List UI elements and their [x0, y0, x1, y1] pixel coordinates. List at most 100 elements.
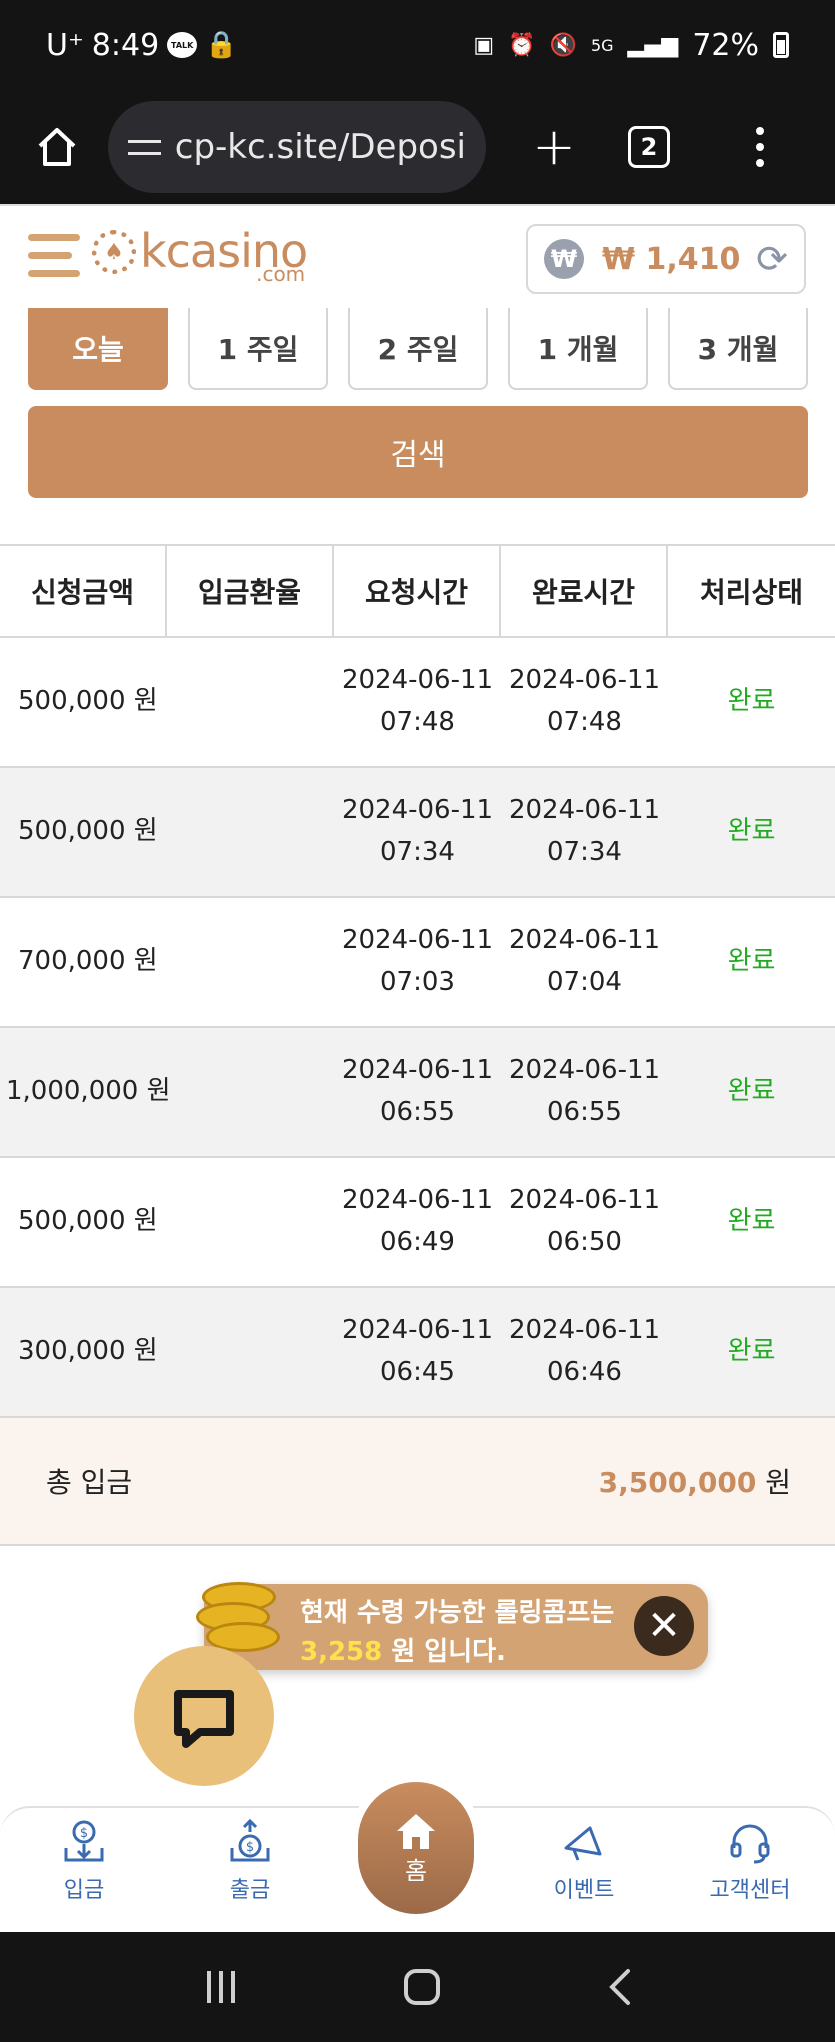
row-amount: 500,000 원	[18, 686, 158, 717]
megaphone-icon	[564, 1826, 602, 1861]
notice-suffix: 원 입니다.	[391, 1637, 506, 1667]
row-rate	[167, 1028, 334, 1156]
chat-button[interactable]	[134, 1646, 274, 1786]
home-icon	[38, 128, 76, 166]
total-amount: 3,500,000	[598, 1466, 757, 1499]
row-rate	[167, 898, 334, 1026]
period-2week-button[interactable]: 2 주일	[348, 308, 488, 390]
chip-logo-icon: ♠	[92, 230, 136, 274]
lock-icon: 🔒	[205, 30, 238, 60]
site-logo[interactable]: ♠ kcasino .com	[92, 228, 308, 286]
row-status: 완료	[727, 1206, 776, 1237]
address-bar[interactable]: cp-kc.site/Deposi	[108, 101, 486, 193]
network-5g-label: 5G	[590, 35, 614, 55]
status-right: ▣ ⏰ 🔇 5G ▂▄▆ 72%	[473, 28, 789, 63]
row-request-date: 2024-06-11	[341, 795, 494, 826]
row-request-date: 2024-06-11	[341, 1055, 494, 1086]
site-header: ♠ kcasino .com ₩ ₩ 1,410 ⟳	[0, 204, 835, 304]
nav-deposit-label: 입금	[63, 1878, 105, 1903]
logo-suffix: .com	[256, 262, 306, 286]
row-request-time: 06:45	[380, 1357, 455, 1387]
row-request-date: 2024-06-11	[341, 925, 494, 956]
row-complete-time: 07:34	[547, 837, 622, 867]
site-settings-icon[interactable]	[128, 134, 161, 160]
url-text: cp-kc.site/Deposi	[174, 127, 466, 167]
won-icon: ₩	[544, 239, 584, 279]
browser-menu-button[interactable]	[756, 127, 764, 167]
row-request-time: 06:55	[380, 1097, 455, 1127]
row-complete-date: 2024-06-11	[508, 795, 661, 826]
header-complete-time: 완료시간	[501, 546, 668, 636]
svg-text:$: $	[246, 1840, 254, 1855]
balance-box: ₩ ₩ 1,410 ⟳	[526, 224, 806, 294]
total-deposit-row: 총 입금 3,500,000 원	[0, 1416, 835, 1546]
android-home-icon[interactable]	[402, 1967, 442, 2007]
clock: 8:49	[91, 27, 160, 63]
nav-withdraw[interactable]: $ 출금	[190, 1818, 310, 1904]
tab-switcher-button[interactable]: 2	[628, 126, 670, 168]
recent-apps-icon[interactable]	[201, 1969, 241, 2005]
row-complete-time: 07:04	[547, 967, 622, 997]
notice-close-button[interactable]: ✕	[634, 1596, 694, 1656]
period-today-button[interactable]: 오늘	[28, 308, 168, 390]
row-amount: 500,000 원	[18, 816, 158, 847]
nav-home-label: 홈	[404, 1856, 428, 1885]
row-status: 완료	[727, 816, 776, 847]
svg-text:$: $	[80, 1826, 88, 1841]
menu-icon[interactable]	[28, 234, 80, 288]
balance-amount: ₩ 1,410	[602, 241, 741, 277]
nav-support[interactable]: 고객센터	[690, 1818, 810, 1904]
row-request-time: 06:49	[380, 1227, 455, 1257]
row-complete-time: 07:48	[547, 707, 622, 737]
row-amount: 500,000 원	[18, 1206, 158, 1237]
nav-support-label: 고객센터	[709, 1878, 791, 1903]
row-rate	[167, 1288, 334, 1416]
status-bar: U⁺ 8:49 TALK 🔒 ▣ ⏰ 🔇 5G ▂▄▆ 72%	[0, 0, 835, 90]
notice-line1: 현재 수령 가능한 롤링콤프는	[300, 1598, 615, 1628]
browser-home-button[interactable]	[22, 112, 92, 182]
home-icon	[397, 1813, 435, 1849]
refresh-icon[interactable]: ⟳	[756, 237, 788, 281]
notice-amount: 3,258	[300, 1637, 383, 1667]
nav-home[interactable]: 홈	[350, 1774, 482, 1922]
row-complete-date: 2024-06-11	[508, 1185, 661, 1216]
header-rate: 입금환율	[167, 546, 334, 636]
row-complete-date: 2024-06-11	[508, 665, 661, 696]
row-status: 완료	[727, 686, 776, 717]
browser-toolbar: cp-kc.site/Deposi + 2	[0, 90, 835, 204]
android-nav-bar	[0, 1932, 835, 2042]
row-amount: 1,000,000 원	[6, 1076, 171, 1107]
period-1week-button[interactable]: 1 주일	[188, 308, 328, 390]
table-row: 500,000 원 2024-06-11 07:48 2024-06-11 07:4…	[0, 638, 835, 768]
row-status: 완료	[727, 946, 776, 977]
deposit-icon: $	[64, 1820, 104, 1862]
table-header: 신청금액 입금환율 요청시간 완료시간 처리상태	[0, 544, 835, 638]
signal-icon: ▂▄▆	[627, 32, 679, 58]
row-request-time: 07:03	[380, 967, 455, 997]
row-complete-date: 2024-06-11	[508, 925, 661, 956]
status-left: U⁺ 8:49 TALK 🔒	[46, 28, 238, 63]
search-button[interactable]: 검색	[28, 406, 808, 498]
row-request-date: 2024-06-11	[341, 1315, 494, 1346]
new-tab-button[interactable]: +	[524, 117, 584, 177]
period-3month-button[interactable]: 3 개월	[668, 308, 808, 390]
table-row: 500,000 원 2024-06-11 07:34 2024-06-11 07:3…	[0, 768, 835, 898]
period-1month-button[interactable]: 1 개월	[508, 308, 648, 390]
nav-withdraw-label: 출금	[229, 1878, 271, 1903]
table-row: 1,000,000 원 2024-06-11 06:55 2024-06-11 06…	[0, 1028, 835, 1158]
rolling-comp-notice[interactable]: 현재 수령 가능한 롤링콤프는 3,258 원 입니다. ✕	[196, 1582, 708, 1670]
table-row: 500,000 원 2024-06-11 06:49 2024-06-11 06:5…	[0, 1158, 835, 1288]
alarm-icon: ⏰	[508, 32, 536, 58]
row-amount: 700,000 원	[18, 946, 158, 977]
back-icon[interactable]	[604, 1967, 634, 2007]
total-unit: 원	[765, 1466, 791, 1499]
nav-event-label: 이벤트	[553, 1878, 615, 1903]
nav-deposit[interactable]: $ 입금	[24, 1818, 144, 1904]
row-rate	[167, 768, 334, 896]
carrier-label: U⁺	[46, 27, 84, 63]
deposit-history-table: 신청금액 입금환율 요청시간 완료시간 처리상태 500,000 원 2024-…	[0, 544, 835, 1418]
table-row: 700,000 원 2024-06-11 07:03 2024-06-11 07:0…	[0, 898, 835, 1028]
row-request-time: 07:48	[380, 707, 455, 737]
row-request-date: 2024-06-11	[341, 1185, 494, 1216]
nav-event[interactable]: 이벤트	[524, 1818, 644, 1904]
